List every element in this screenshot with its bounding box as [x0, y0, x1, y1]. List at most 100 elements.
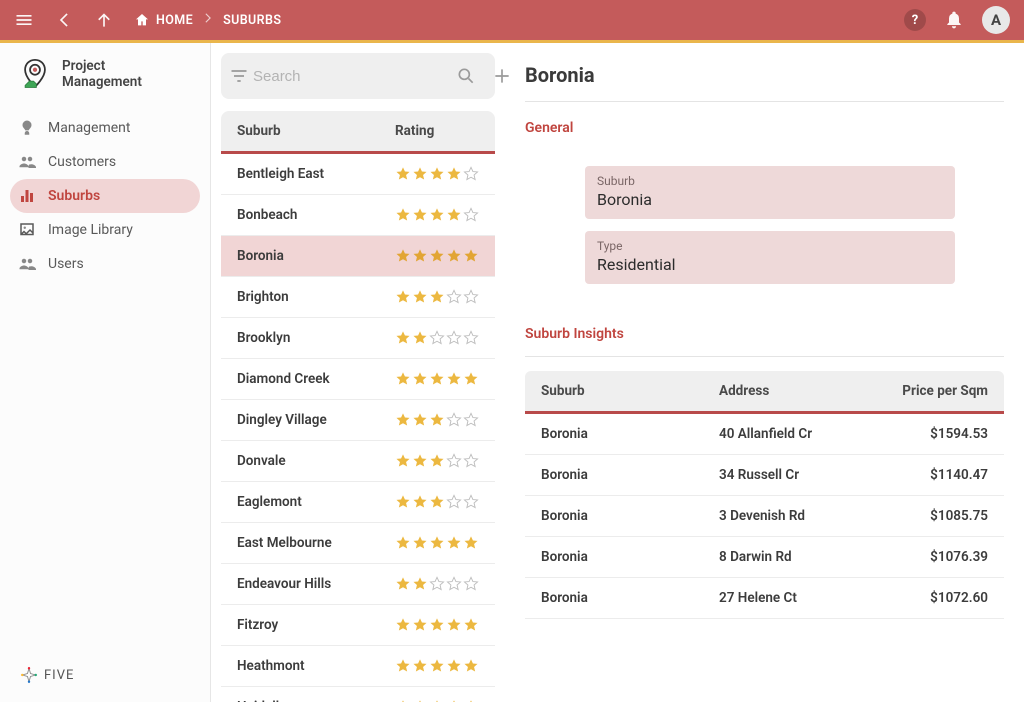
table-row[interactable]: Bonbeach: [221, 195, 495, 236]
five-logo-icon: [20, 666, 38, 684]
row-suburb: Bonbeach: [237, 207, 395, 223]
insight-price: $1594.53: [868, 426, 988, 442]
row-suburb: Dingley Village: [237, 412, 395, 428]
image-library-icon: [18, 221, 36, 239]
menu-icon[interactable]: [14, 10, 34, 30]
row-rating: [395, 494, 479, 510]
row-suburb: Donvale: [237, 453, 395, 469]
row-rating: [395, 289, 479, 305]
table-row[interactable]: Boronia: [221, 236, 495, 277]
insight-row[interactable]: Boronia40 Allanfield Cr$1594.53: [525, 414, 1004, 455]
table-row[interactable]: Fitzroy: [221, 605, 495, 646]
search-input[interactable]: [253, 68, 452, 85]
insight-address: 3 Devenish Rd: [719, 508, 868, 524]
row-rating: [395, 617, 479, 633]
row-rating: [395, 371, 479, 387]
section-general: General: [525, 102, 1004, 166]
chevron-right-icon: [201, 11, 215, 29]
footer-brand: FIVE: [44, 668, 74, 683]
sidebar-item-suburbs[interactable]: Suburbs: [10, 179, 200, 213]
insights-header-price: Price per Sqm: [868, 383, 988, 399]
insight-address: 27 Helene Ct: [719, 590, 868, 606]
insight-row[interactable]: Boronia34 Russell Cr$1140.47: [525, 455, 1004, 496]
back-icon[interactable]: [54, 10, 74, 30]
field-type-label: Type: [597, 239, 943, 253]
sidebar-item-customers[interactable]: Customers: [10, 145, 200, 179]
breadcrumb-home[interactable]: HOME: [134, 12, 193, 28]
table-row[interactable]: Brooklyn: [221, 318, 495, 359]
avatar[interactable]: A: [982, 6, 1010, 34]
insight-address: 40 Allanfield Cr: [719, 426, 868, 442]
top-bar: HOME SUBURBS ? A: [0, 0, 1024, 40]
up-icon[interactable]: [94, 10, 114, 30]
insight-price: $1085.75: [868, 508, 988, 524]
table-row[interactable]: Heathmont: [221, 646, 495, 687]
row-rating: [395, 535, 479, 551]
table-row[interactable]: Bentleigh East: [221, 154, 495, 195]
bell-icon[interactable]: [944, 10, 964, 30]
row-rating: [395, 658, 479, 674]
sidebar-footer: FIVE: [0, 652, 210, 702]
table-row[interactable]: East Melbourne: [221, 523, 495, 564]
section-insights: Suburb Insights: [525, 296, 1004, 357]
users-icon: [18, 255, 36, 273]
row-rating: [395, 453, 479, 469]
breadcrumb: HOME SUBURBS: [134, 11, 281, 29]
table-row[interactable]: Donvale: [221, 441, 495, 482]
list-header-rating: Rating: [395, 123, 479, 139]
sidebar-item-management[interactable]: Management: [10, 111, 200, 145]
field-type-value: Residential: [597, 255, 943, 274]
detail-title: Boronia: [525, 43, 1004, 102]
sidebar-item-label: Suburbs: [48, 188, 100, 204]
insight-suburb: Boronia: [541, 590, 719, 606]
sidebar-item-label: Image Library: [48, 222, 133, 238]
search-icon[interactable]: [456, 62, 476, 90]
list-header-suburb: Suburb: [237, 123, 395, 139]
table-row[interactable]: Brighton: [221, 277, 495, 318]
sidebar-item-users[interactable]: Users: [10, 247, 200, 281]
row-rating: [395, 166, 479, 182]
breadcrumb-current: SUBURBS: [223, 13, 281, 28]
insight-suburb: Boronia: [541, 426, 719, 442]
app-title-line2: Management: [62, 74, 142, 90]
nav: Management Customers Suburbs Image Library U…: [0, 105, 210, 287]
insight-suburb: Boronia: [541, 549, 719, 565]
insights-header-address: Address: [719, 383, 868, 399]
field-suburb[interactable]: Suburb Boronia: [585, 166, 955, 219]
row-rating: [395, 207, 479, 223]
row-rating: [395, 248, 479, 264]
list-rows: Bentleigh East Bonbeach BoroniaBrighton Bro…: [221, 154, 495, 702]
insight-address: 8 Darwin Rd: [719, 549, 868, 565]
insight-row[interactable]: Boronia8 Darwin Rd$1076.39: [525, 537, 1004, 578]
sidebar-item-label: Management: [48, 120, 130, 136]
field-type[interactable]: Type Residential: [585, 231, 955, 284]
insight-suburb: Boronia: [541, 508, 719, 524]
table-row[interactable]: Endeavour Hills: [221, 564, 495, 605]
field-suburb-value: Boronia: [597, 190, 943, 209]
row-suburb: Heathmont: [237, 658, 395, 674]
row-suburb: Diamond Creek: [237, 371, 395, 387]
table-row[interactable]: Eaglemont: [221, 482, 495, 523]
list-panel: Suburb Rating Bentleigh East Bonbeach Boro…: [211, 43, 505, 702]
help-button[interactable]: ?: [904, 9, 926, 31]
sidebar-item-label: Customers: [48, 154, 116, 170]
table-row[interactable]: Heidelberg: [221, 687, 495, 702]
insight-row[interactable]: Boronia27 Helene Ct$1072.60: [525, 578, 1004, 619]
filter-icon[interactable]: [229, 62, 249, 90]
field-suburb-label: Suburb: [597, 174, 943, 188]
row-rating: [395, 330, 479, 346]
insight-row[interactable]: Boronia3 Devenish Rd$1085.75: [525, 496, 1004, 537]
table-row[interactable]: Dingley Village: [221, 400, 495, 441]
insight-price: $1072.60: [868, 590, 988, 606]
insight-suburb: Boronia: [541, 467, 719, 483]
table-row[interactable]: Diamond Creek: [221, 359, 495, 400]
list-header: Suburb Rating: [221, 111, 495, 154]
insights-rows: Boronia40 Allanfield Cr$1594.53Boronia34…: [525, 414, 1004, 619]
insights-header-suburb: Suburb: [541, 383, 719, 399]
row-suburb: Brooklyn: [237, 330, 395, 346]
sidebar-item-image-library[interactable]: Image Library: [10, 213, 200, 247]
search-bar: [221, 53, 495, 99]
row-suburb: Eaglemont: [237, 494, 395, 510]
insight-price: $1076.39: [868, 549, 988, 565]
insights-header: Suburb Address Price per Sqm: [525, 371, 1004, 414]
